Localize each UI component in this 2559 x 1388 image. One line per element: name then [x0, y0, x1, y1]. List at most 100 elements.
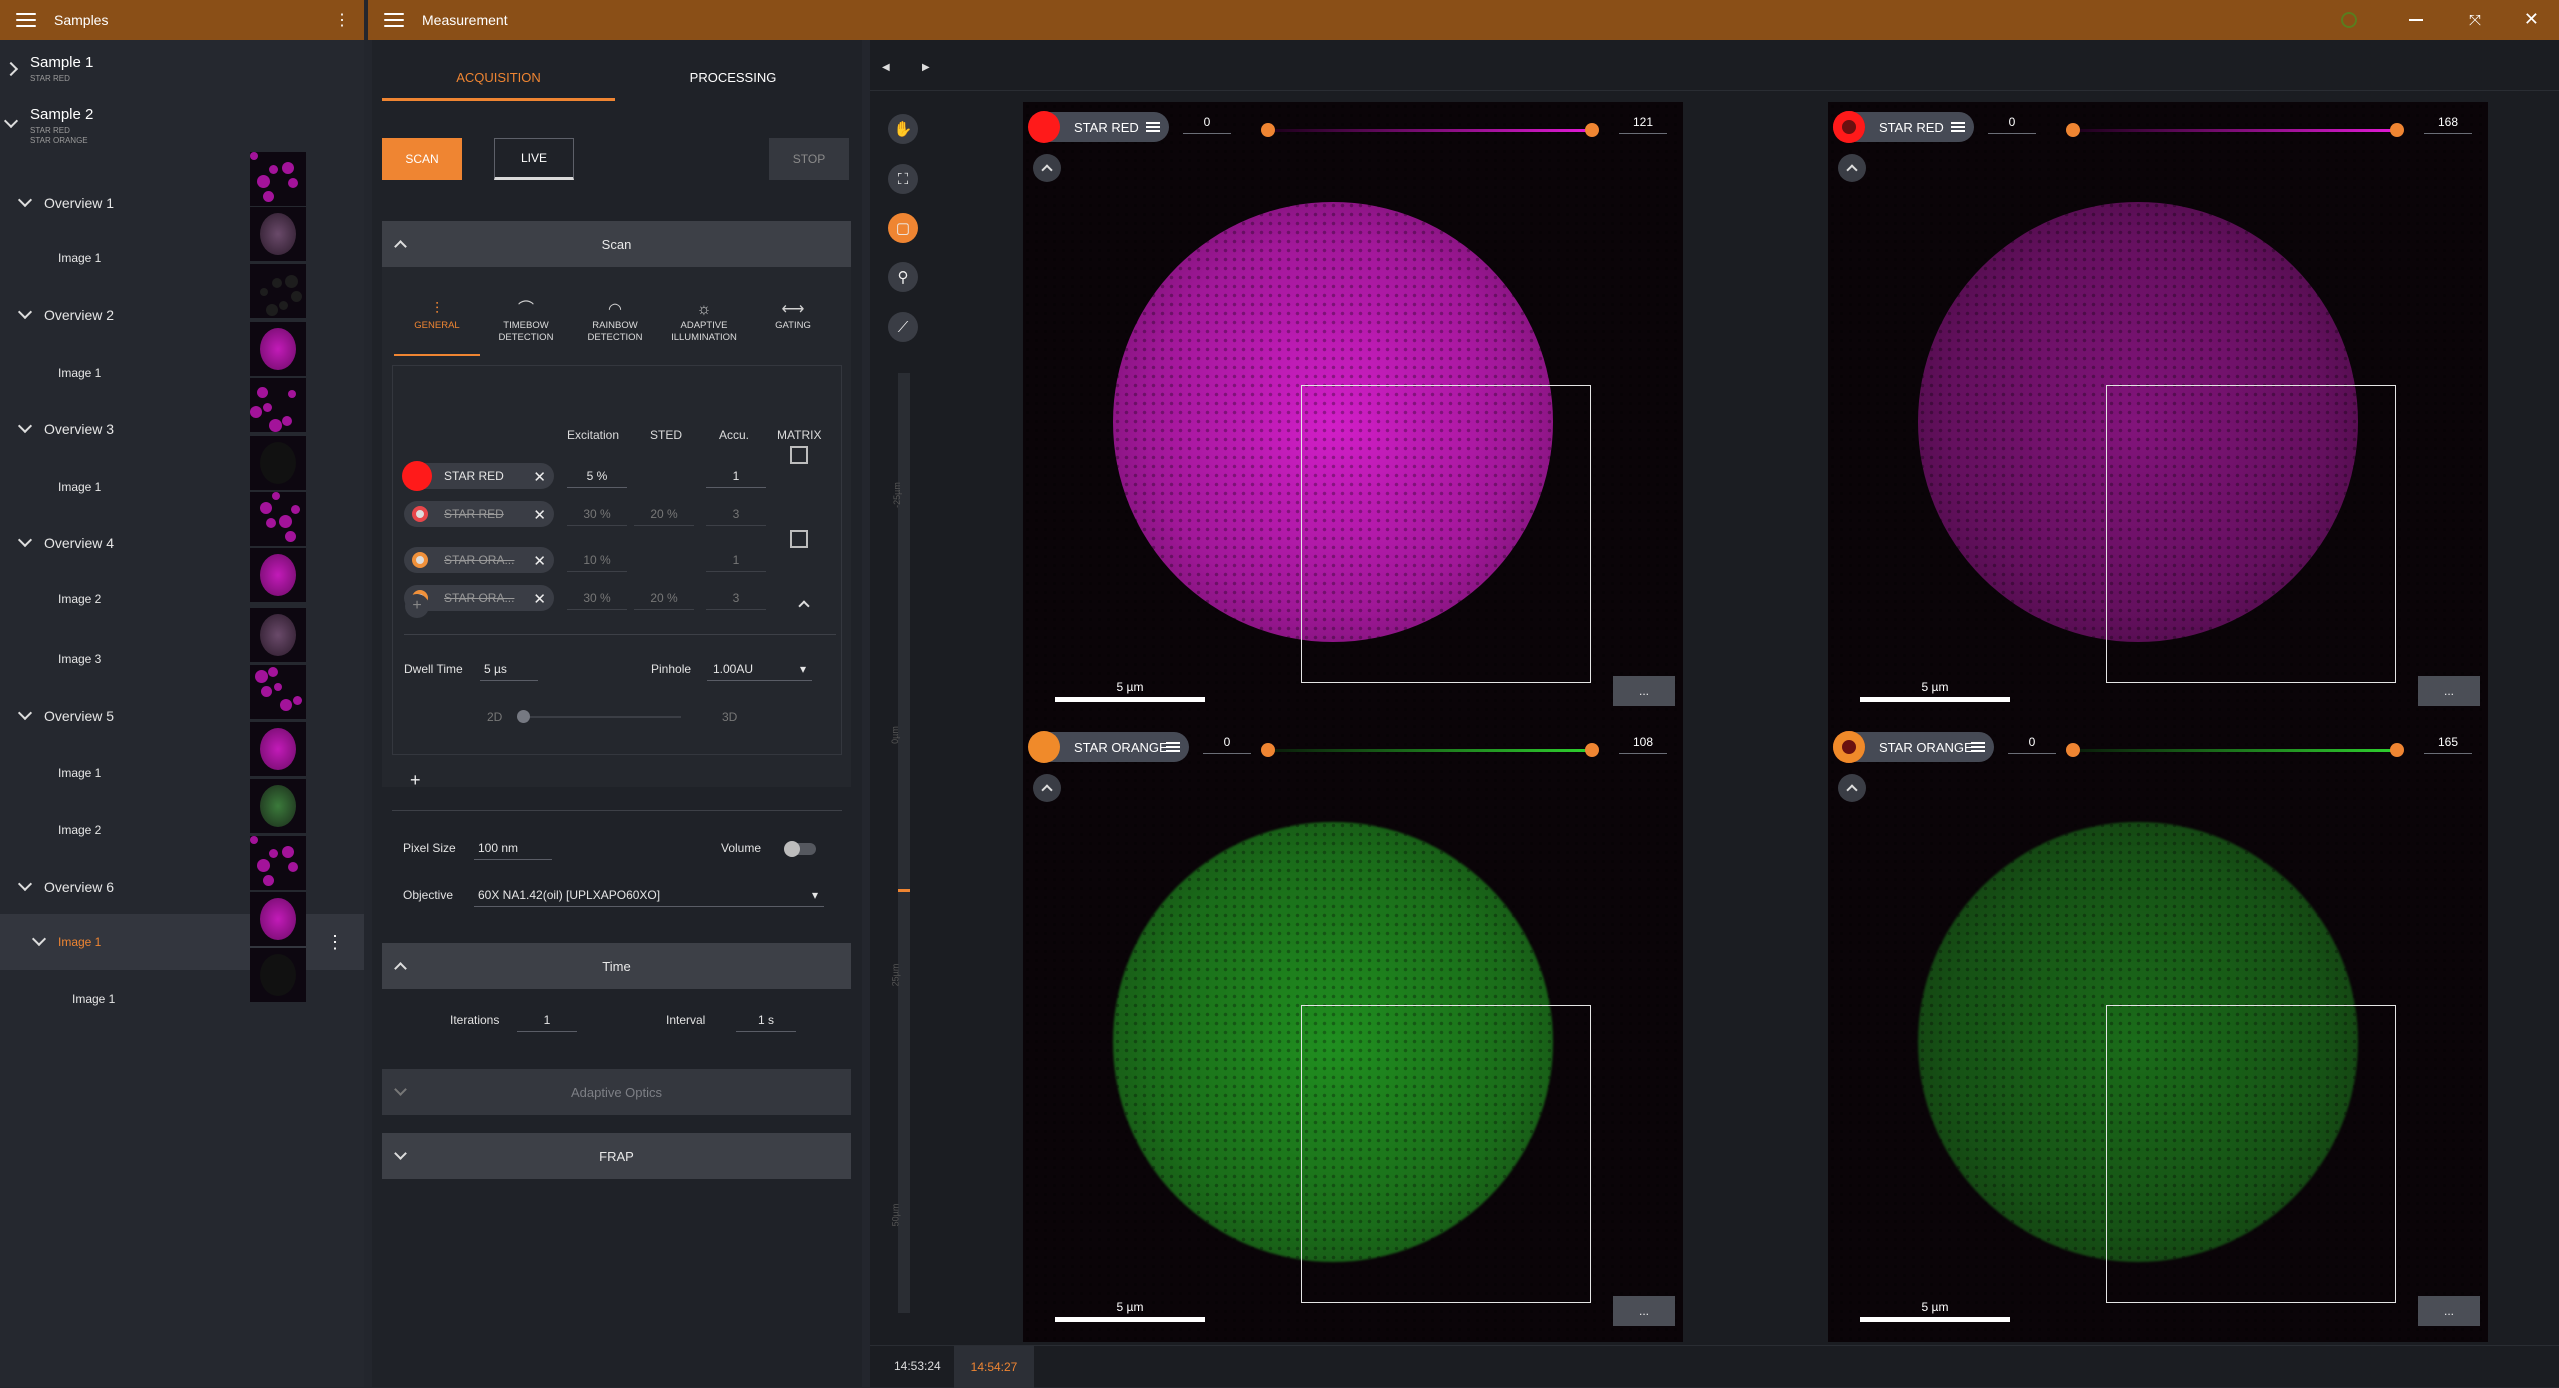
- chevron-right-icon[interactable]: [3, 61, 19, 76]
- excitation-input[interactable]: 5 %: [567, 469, 627, 488]
- channel-chip[interactable]: STAR RED ✕: [404, 501, 554, 527]
- scan-panel-header[interactable]: Scan: [382, 221, 851, 267]
- thumbnail-image[interactable]: [250, 948, 306, 1002]
- excitation-input[interactable]: 10 %: [567, 553, 627, 572]
- sted-input[interactable]: 20 %: [634, 591, 694, 610]
- chevron-down-icon[interactable]: [17, 876, 33, 892]
- thumbnail-image[interactable]: [250, 436, 306, 490]
- roi-rectangle[interactable]: [2106, 385, 2396, 683]
- kebab-icon[interactable]: ⋮: [326, 932, 344, 953]
- matrix-checkbox[interactable]: [790, 530, 808, 548]
- close-icon[interactable]: ✕: [2524, 9, 2539, 30]
- thumbnail-image[interactable]: [250, 608, 306, 662]
- channel-selector[interactable]: STAR RED: [1833, 111, 1974, 143]
- pixel-size-input[interactable]: 100 nm: [474, 841, 552, 860]
- tab-processing[interactable]: PROCESSING: [615, 70, 851, 85]
- channel-chip[interactable]: STAR ORA... ✕: [404, 547, 554, 573]
- remove-channel-icon[interactable]: ✕: [533, 552, 546, 570]
- thumbnail-image[interactable]: [250, 264, 306, 318]
- crop-icon[interactable]: ⛶: [888, 164, 918, 194]
- tree-overview[interactable]: Overview 2: [0, 290, 364, 340]
- thumbnail-image[interactable]: [250, 492, 306, 546]
- tree-overview[interactable]: Overview 3: [0, 404, 364, 454]
- lut-max-knob[interactable]: [1585, 743, 1599, 757]
- channel-color-dot[interactable]: [1028, 111, 1060, 143]
- lut-range-slider[interactable]: [1267, 749, 1591, 752]
- lut-min-knob[interactable]: [2066, 743, 2080, 757]
- thumbnail-image[interactable]: [250, 779, 306, 833]
- time-panel-header[interactable]: Time: [382, 943, 851, 989]
- more-button[interactable]: ...: [1613, 676, 1675, 706]
- thumbnail-image[interactable]: [250, 665, 306, 719]
- image-viewer[interactable]: STAR ORANGE 0 165 5 µm...: [1828, 722, 2488, 1342]
- image-viewer[interactable]: STAR RED 0 121 5 µm...: [1023, 102, 1683, 722]
- tab-general[interactable]: ⫶ GENERAL: [394, 290, 480, 332]
- thumbnail-image[interactable]: [250, 322, 306, 376]
- channel-color-dot[interactable]: [402, 461, 432, 491]
- interval-input[interactable]: 1 s: [736, 1013, 796, 1032]
- channel-selector[interactable]: STAR RED: [1028, 111, 1169, 143]
- pinhole-select[interactable]: 1.00AU ▾: [707, 662, 812, 681]
- tab-gating[interactable]: ⟷ GATING: [750, 290, 836, 332]
- sample-2[interactable]: Sample 2 STAR RED STAR ORANGE: [0, 106, 364, 145]
- tab-acquisition[interactable]: ACQUISITION: [382, 70, 615, 85]
- chevron-down-icon[interactable]: [17, 532, 33, 548]
- max-input[interactable]: 165: [2424, 735, 2472, 754]
- menu-icon[interactable]: [1166, 742, 1180, 752]
- prev-icon[interactable]: ◀: [882, 62, 890, 73]
- add-button[interactable]: +: [410, 770, 421, 791]
- lut-max-knob[interactable]: [1585, 123, 1599, 137]
- chevron-down-icon[interactable]: [17, 192, 33, 208]
- tab-timebow[interactable]: ⌒ TIMEBOW DETECTION: [483, 290, 569, 344]
- tree-image[interactable]: Image 1: [0, 974, 364, 1024]
- sted-input[interactable]: [634, 469, 694, 474]
- more-button[interactable]: ...: [1613, 1296, 1675, 1326]
- tree-image[interactable]: Image 1 ⋮: [0, 914, 364, 970]
- thumbnail-image[interactable]: [250, 548, 306, 602]
- chevron-down-icon[interactable]: [31, 931, 47, 947]
- channel-color-dot[interactable]: [1833, 731, 1865, 763]
- min-input[interactable]: 0: [2008, 735, 2056, 754]
- scan-button[interactable]: SCAN: [382, 138, 462, 180]
- accu-input[interactable]: 1: [706, 553, 766, 572]
- min-input[interactable]: 0: [1203, 735, 1251, 754]
- z-position-marker[interactable]: [898, 889, 910, 892]
- adaptive-optics-header[interactable]: Adaptive Optics: [382, 1069, 851, 1115]
- min-input[interactable]: 0: [1988, 115, 2036, 134]
- chevron-down-icon[interactable]: [17, 304, 33, 320]
- max-input[interactable]: 121: [1619, 115, 1667, 134]
- restore-icon[interactable]: ⤧: [2469, 12, 2481, 29]
- lut-min-knob[interactable]: [1261, 743, 1275, 757]
- stop-button[interactable]: STOP: [769, 138, 849, 180]
- more-button[interactable]: ...: [2418, 676, 2480, 706]
- roi-rectangle[interactable]: [1301, 1005, 1591, 1303]
- tree-image[interactable]: Image 1: [0, 348, 364, 398]
- lut-range-slider[interactable]: [1267, 129, 1591, 132]
- channel-color-dot[interactable]: [1833, 111, 1865, 143]
- channel-color-dot[interactable]: [412, 552, 428, 568]
- remove-channel-icon[interactable]: ✕: [533, 468, 546, 486]
- image-viewer[interactable]: STAR ORANGE 0 108 5 µm...: [1023, 722, 1683, 1342]
- matrix-checkbox[interactable]: [790, 446, 808, 464]
- lut-max-knob[interactable]: [2390, 743, 2404, 757]
- add-channel-button[interactable]: +: [405, 594, 429, 618]
- timepoint-2[interactable]: 14:54:27: [954, 1346, 1034, 1388]
- more-button[interactable]: ...: [2418, 1296, 2480, 1326]
- tree-image[interactable]: Image 1: [0, 462, 364, 512]
- lut-range-slider[interactable]: [2072, 749, 2396, 752]
- accu-input[interactable]: 1: [706, 469, 766, 488]
- tree-image[interactable]: Image 1: [0, 233, 364, 283]
- thumbnail-image[interactable]: [250, 892, 306, 946]
- chevron-down-icon[interactable]: [17, 705, 33, 721]
- zoom-icon[interactable]: ⚲: [888, 262, 918, 292]
- thumbnail-image[interactable]: [250, 836, 306, 890]
- sted-input[interactable]: [634, 553, 694, 558]
- layers-icon[interactable]: ▢: [888, 213, 918, 243]
- dimension-slider-knob[interactable]: [517, 710, 530, 723]
- tree-overview[interactable]: Overview 5: [0, 691, 364, 741]
- chevron-down-icon[interactable]: [3, 113, 19, 128]
- channel-color-dot[interactable]: [1028, 731, 1060, 763]
- z-axis-track[interactable]: [898, 373, 910, 1313]
- menu-icon[interactable]: [1971, 742, 1985, 752]
- lut-range-slider[interactable]: [2072, 129, 2396, 132]
